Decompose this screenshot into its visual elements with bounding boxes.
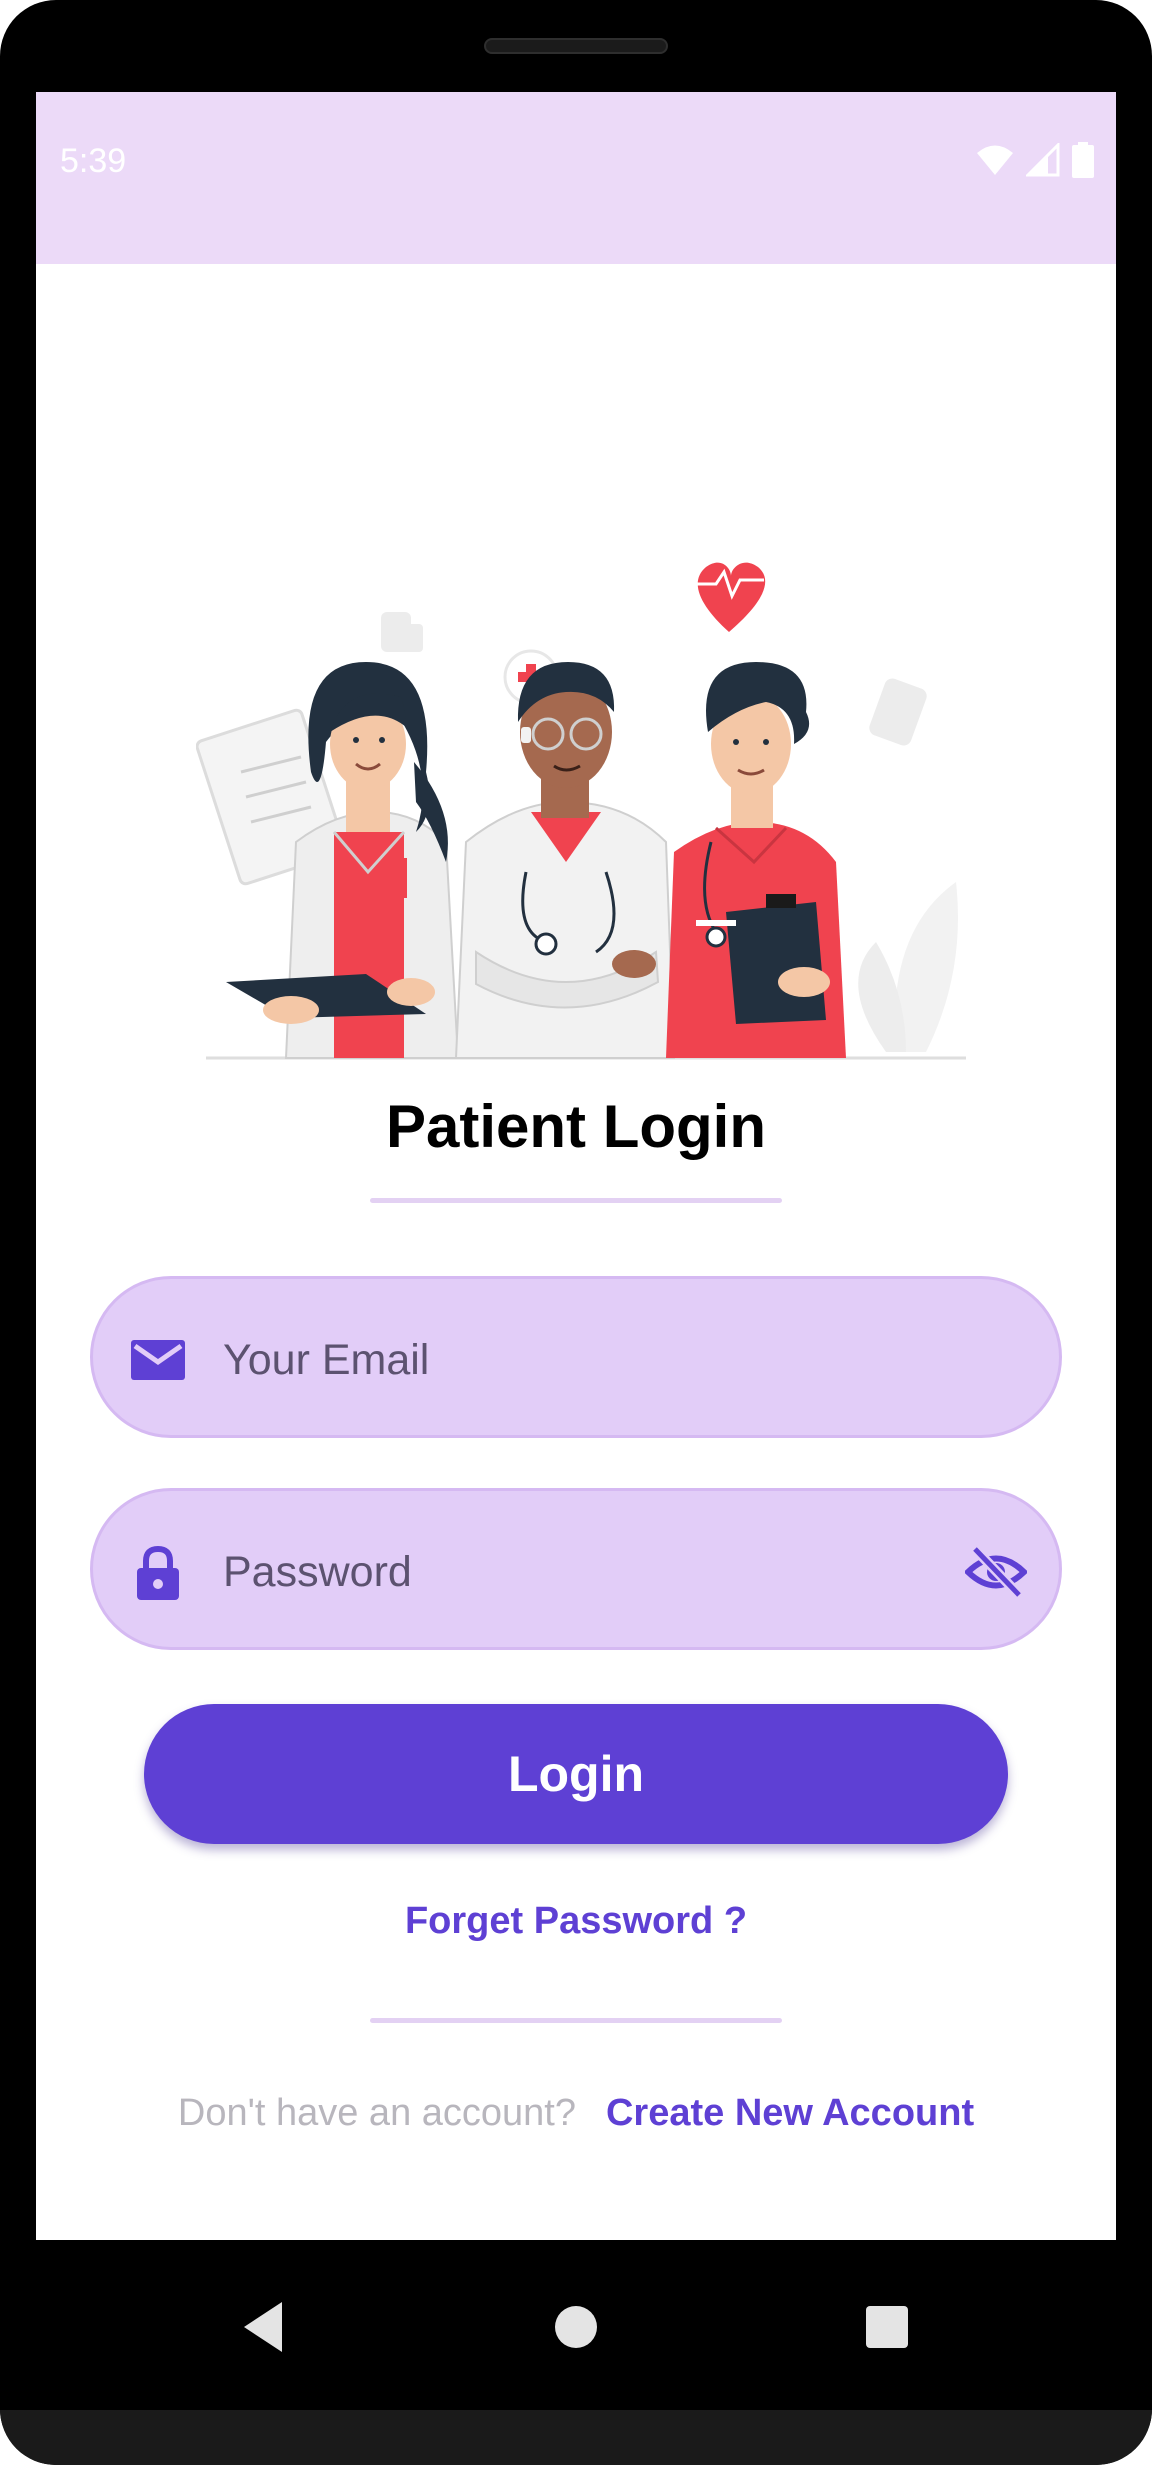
password-field[interactable] bbox=[90, 1488, 1062, 1650]
status-bar: 5:39 bbox=[36, 92, 1116, 264]
page-title: Patient Login bbox=[386, 1093, 766, 1160]
status-icons bbox=[976, 142, 1094, 178]
create-account-link[interactable]: Create New Account bbox=[606, 2092, 974, 2134]
signal-icon bbox=[1026, 143, 1060, 177]
device-bottom-edge bbox=[0, 2410, 1152, 2465]
email-field[interactable] bbox=[90, 1276, 1062, 1438]
mail-icon bbox=[131, 1340, 185, 1380]
app-screen: 5:39 Patient Login Your Email Login Forg… bbox=[36, 92, 1116, 2240]
section-divider bbox=[370, 2018, 782, 2023]
eye-off-icon[interactable] bbox=[965, 1543, 1027, 1601]
lock-icon bbox=[137, 1545, 179, 1600]
password-input[interactable] bbox=[221, 1531, 905, 1613]
home-icon[interactable] bbox=[541, 2292, 611, 2362]
email-input[interactable] bbox=[221, 1319, 905, 1401]
signup-row: Don't have an account? Create New Account bbox=[36, 2092, 1116, 2135]
signup-prompt: Don't have an account? bbox=[177, 2092, 576, 2134]
doctors-illustration bbox=[196, 562, 966, 1060]
wifi-icon bbox=[977, 145, 1013, 175]
back-icon[interactable] bbox=[228, 2292, 298, 2362]
navigation-bar bbox=[0, 2240, 1152, 2410]
battery-icon bbox=[1072, 142, 1094, 178]
earpiece-speaker bbox=[484, 38, 668, 54]
login-button[interactable]: Login bbox=[144, 1704, 1008, 1844]
forgot-password-link[interactable]: Forget Password ? bbox=[36, 1900, 1116, 1943]
phone-frame: 5:39 Patient Login Your Email Login Forg… bbox=[0, 0, 1152, 2465]
title-divider bbox=[370, 1198, 782, 1203]
recents-icon[interactable] bbox=[852, 2292, 922, 2362]
status-time: 5:39 bbox=[60, 142, 127, 180]
